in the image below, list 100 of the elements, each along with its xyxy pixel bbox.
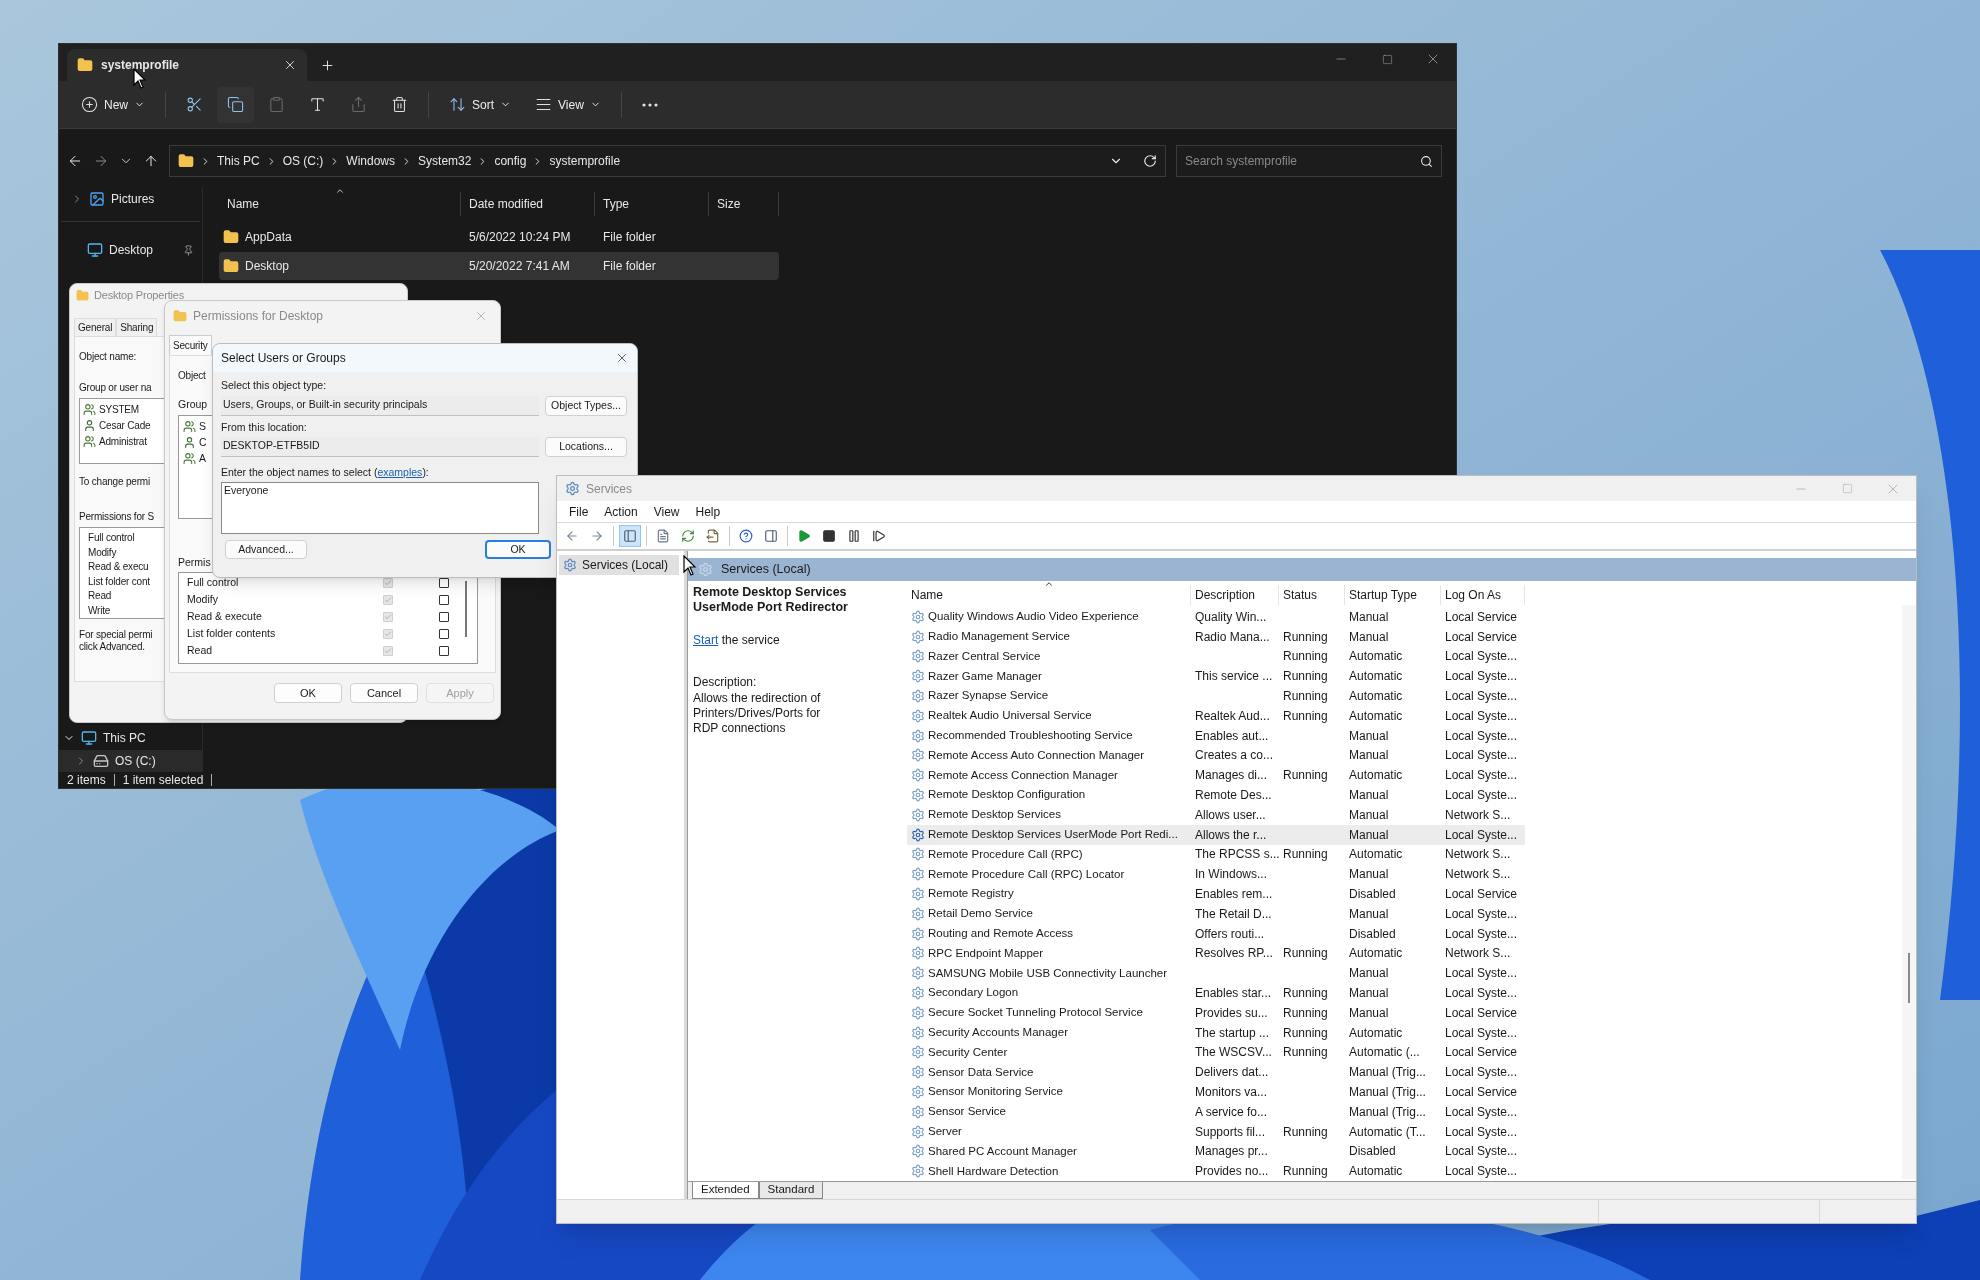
list-item[interactable]: A: [199, 450, 206, 467]
service-row[interactable]: Sensor Monitoring Service Monitors va... Manual (Trig... Local Service: [907, 1082, 1525, 1102]
service-row[interactable]: Recommended Troubleshooting Service Enables aut... Manual Local Syste...: [907, 725, 1525, 746]
service-row[interactable]: Remote Desktop Services Allows user... Manual Network S...: [907, 804, 1525, 825]
service-row[interactable]: Sensor Service A service fo... Manual (Trig... Local Syste...: [907, 1101, 1525, 1122]
file-row[interactable]: Desktop 5/20/2022 7:41 AM File folder: [219, 252, 779, 280]
start-link[interactable]: Start: [693, 633, 719, 647]
list-item[interactable]: Administrat: [99, 433, 147, 449]
checkbox[interactable]: [439, 595, 449, 605]
service-row[interactable]: Razer Synapse Service Running Automatic Local Syste...: [907, 686, 1525, 706]
list-item[interactable]: Cesar Cade: [99, 417, 151, 433]
gear-icon: [911, 1005, 925, 1020]
tab[interactable]: General: [74, 318, 117, 336]
menu-item[interactable]: Help: [687, 502, 729, 521]
breadcrumb[interactable]: This PC: [217, 152, 260, 170]
service-row[interactable]: Security Accounts Manager The startup ... Running Automatic Local Syste...: [907, 1022, 1525, 1043]
checkbox[interactable]: [439, 612, 449, 622]
service-row[interactable]: Razer Central Service Running Automatic Local Syste...: [907, 646, 1525, 667]
service-row[interactable]: Realtek Audio Universal Service Realtek Aud... Running Automatic Local Syste...: [907, 706, 1525, 726]
column-header[interactable]: Type: [595, 192, 709, 216]
file-row[interactable]: AppData 5/6/2022 10:24 PM File folder: [219, 223, 779, 251]
service-row[interactable]: Razer Game Manager This service ... Running Automatic Local Syste...: [907, 666, 1525, 687]
sidebar-item[interactable]: OS (C:): [59, 750, 202, 772]
close-icon[interactable]: [615, 351, 629, 365]
search-field[interactable]: Search systemprofile: [1176, 145, 1442, 177]
service-row[interactable]: Remote Access Connection Manager Manages di... Running Automatic Local Syste...: [907, 765, 1525, 786]
service-row[interactable]: Server Supports fil... Running Automatic (T... Local Syste...: [907, 1121, 1525, 1142]
list-item[interactable]: S: [199, 418, 206, 435]
service-row[interactable]: Remote Registry Enables rem... Disabled Local Service: [907, 884, 1525, 904]
column-header[interactable]: Date modified: [461, 192, 595, 216]
service-row[interactable]: Remote Procedure Call (RPC) Locator In Windows... Manual Network S...: [907, 864, 1525, 885]
service-row[interactable]: Secondary Logon Enables star... Running Manual Local Syste...: [907, 983, 1525, 1003]
examples-link[interactable]: examples: [377, 465, 423, 478]
checkbox[interactable]: [439, 578, 449, 588]
column-header[interactable]: Name: [907, 585, 1191, 605]
tab[interactable]: Sharing: [116, 318, 158, 336]
table-cell-text: Manual (Trig...: [1349, 1064, 1426, 1082]
checkbox[interactable]: [439, 629, 449, 639]
object-types-button[interactable]: Object Types...: [545, 395, 627, 416]
toolbar-button[interactable]: New: [71, 86, 155, 123]
column-header[interactable]: Log On As: [1441, 585, 1525, 605]
service-row[interactable]: Security Center The WSCSV... Running Automatic (... Local Service: [907, 1042, 1525, 1063]
names-input-field[interactable]: Everyone: [221, 482, 539, 535]
service-row[interactable]: Routing and Remote Access Offers routi... Disabled Local Syste...: [907, 923, 1525, 944]
service-row[interactable]: Shared PC Account Manager Manages pr... Disabled Local Syste...: [907, 1141, 1525, 1162]
toolbar-icon-button[interactable]: [217, 86, 254, 123]
menu-item[interactable]: File: [561, 502, 597, 521]
checkbox[interactable]: [439, 646, 449, 656]
column-header[interactable]: Status: [1279, 585, 1345, 605]
menu-item[interactable]: Action: [596, 502, 646, 521]
up-icon[interactable]: [143, 153, 159, 169]
sidebar-item[interactable]: Pictures: [61, 187, 200, 211]
column-header[interactable]: Name: [219, 192, 461, 216]
service-name: Razer Synapse Service: [928, 688, 1049, 704]
tree-item[interactable]: Services (Local): [559, 555, 679, 575]
service-row[interactable]: Retail Demo Service The Retail D... Manual Local Syste...: [907, 903, 1525, 924]
explorer-tab[interactable]: systemprofile: [67, 49, 307, 81]
tab[interactable]: Security: [169, 335, 212, 355]
service-row[interactable]: Remote Desktop Configuration Remote Des... Manual Local Syste...: [907, 785, 1525, 805]
breadcrumb[interactable]: config: [494, 152, 527, 170]
service-row[interactable]: Secure Socket Tunneling Protocol Service Provides su... Running Manual Local Service: [907, 1002, 1525, 1023]
close-icon[interactable]: [283, 58, 297, 72]
dialog-button[interactable]: Cancel: [350, 683, 418, 703]
service-row[interactable]: Remote Access Auto Connection Manager Creates a co... Manual Local Syste...: [907, 745, 1525, 766]
list-item[interactable]: C: [199, 434, 207, 451]
refresh-icon[interactable]: [1143, 154, 1157, 168]
toolbar-button[interactable]: Sort: [439, 86, 522, 123]
sidebar-item[interactable]: This PC: [59, 726, 202, 750]
ok-button[interactable]: OK: [485, 540, 551, 560]
view-tab[interactable]: Standard: [758, 1182, 824, 1199]
column-header[interactable]: Startup Type: [1345, 585, 1441, 605]
breadcrumb[interactable]: OS (C:): [282, 152, 324, 170]
service-row[interactable]: Quality Windows Audio Video Experience Quality Win... Manual Local Service: [907, 607, 1525, 627]
locations-button[interactable]: Locations...: [545, 436, 627, 457]
column-header[interactable]: Size: [709, 192, 779, 216]
service-row[interactable]: SAMSUNG Mobile USB Connectivity Launcher Manual Local Syste...: [907, 963, 1525, 984]
service-row[interactable]: Remote Procedure Call (RPC) The RPCSS s... Running Automatic Network S...: [907, 844, 1525, 865]
menu-item[interactable]: View: [645, 502, 688, 521]
maximize-icon[interactable]: [1381, 53, 1393, 65]
advanced-button[interactable]: Advanced...: [225, 540, 307, 560]
address-bar[interactable]: This PC OS (C:) Windows System32 config systemprofile: [169, 145, 1166, 177]
service-row[interactable]: RPC Endpoint Mapper Resolves RP... Running Automatic Network S...: [907, 943, 1525, 964]
forward-icon[interactable]: [93, 153, 109, 169]
column-header[interactable]: Description: [1191, 585, 1279, 605]
breadcrumb[interactable]: systemprofile: [549, 152, 621, 170]
view-tab[interactable]: Extended: [692, 1182, 759, 1199]
service-row[interactable]: Remote Desktop Services UserMode Port Redi... Allows the r... Manual Local Syste...: [907, 824, 1525, 845]
breadcrumb[interactable]: Windows: [346, 152, 396, 170]
toolbar-button[interactable]: View: [525, 86, 611, 123]
breadcrumb[interactable]: System32: [418, 152, 472, 170]
service-row[interactable]: Shell Hardware Detection Provides no... Running Automatic Local Syste...: [907, 1161, 1525, 1179]
service-row[interactable]: Sensor Data Service Delivers dat... Manual (Trig... Local Syste...: [907, 1062, 1525, 1083]
service-row[interactable]: Radio Management Service Radio Mana... Running Manual Local Service: [907, 626, 1525, 647]
table-cell-text: Creates a co...: [1195, 747, 1274, 765]
sidebar-item[interactable]: Desktop: [59, 238, 202, 262]
list-item[interactable]: SYSTEM: [99, 401, 139, 417]
new-tab-icon[interactable]: [319, 57, 335, 73]
back-icon[interactable]: [67, 153, 83, 169]
table-cell-text: Automatic: [1349, 767, 1403, 785]
dialog-button[interactable]: OK: [274, 683, 342, 703]
